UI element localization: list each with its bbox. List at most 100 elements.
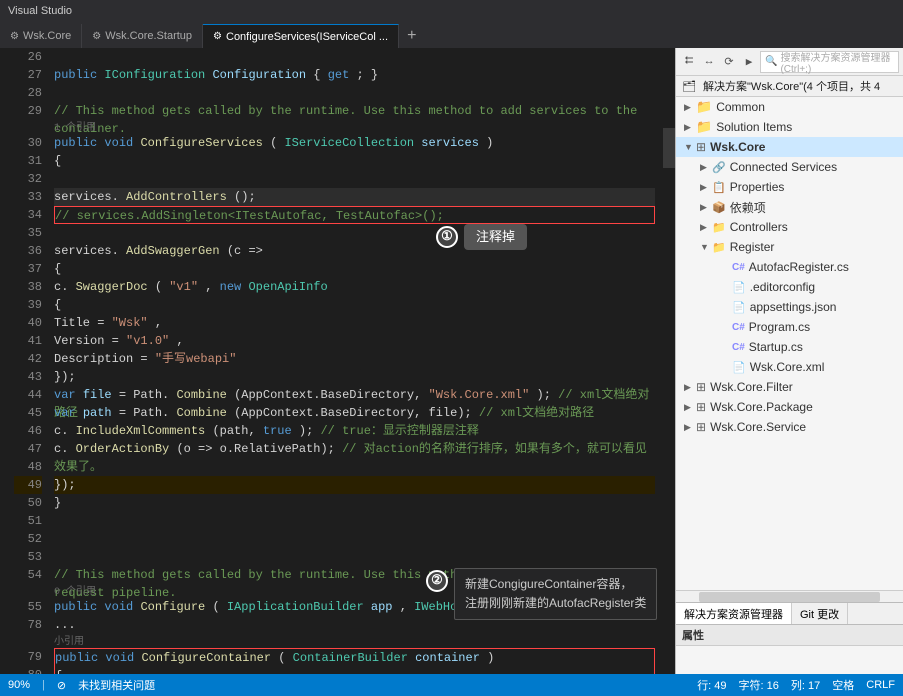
tree-item-solution-items[interactable]: ▶ 📁 Solution Items — [676, 117, 903, 137]
properties-panel: 属性 — [676, 624, 903, 674]
label-connected: Connected Services — [730, 160, 837, 174]
tree-item-program[interactable]: C# Program.cs — [676, 317, 903, 337]
arrow-dependencies: ▶ — [700, 202, 712, 213]
tree-item-connected-services[interactable]: ▶ 🔗 Connected Services — [676, 157, 903, 177]
toolbar-btn-4[interactable]: ▶ — [740, 53, 758, 71]
icon-xml: 📄 — [732, 361, 746, 374]
tab-bar: ⚙ Wsk.Core ⚙ Wsk.Core.Startup ⚙ Configur… — [0, 22, 903, 48]
tab-configure-icon: ⚙ — [213, 31, 222, 42]
right-panel-hscrollbar[interactable] — [676, 590, 903, 602]
toolbar-btn-1[interactable]: ⮄ — [680, 53, 698, 71]
annotation-1-container: ① 注释掉 — [436, 224, 527, 250]
code-line-41: Version = "v1.0" , — [54, 332, 655, 350]
tree-item-controllers[interactable]: ▶ 📁 Controllers — [676, 217, 903, 237]
icon-controllers: 📁 — [712, 221, 726, 234]
tree-item-register[interactable]: ▼ 📁 Register — [676, 237, 903, 257]
tree-item-startup[interactable]: C# Startup.cs — [676, 337, 903, 357]
status-bar: 90% | ⊘ 未找到相关问题 行: 49 字符: 16 列: 17 空格 CR… — [0, 674, 903, 696]
tree-item-dependencies[interactable]: ▶ 📦 依赖项 — [676, 197, 903, 217]
tab-startup-icon: ⚙ — [92, 31, 101, 42]
label-solution-items: Solution Items — [716, 120, 792, 134]
arrow-filter: ▶ — [684, 382, 696, 393]
tree-item-wsk-core[interactable]: ▼ ⊞ Wsk.Core — [676, 137, 903, 157]
code-line-32 — [54, 170, 655, 188]
toolbar-btn-2[interactable]: ↔ — [700, 53, 718, 71]
label-dependencies: 依赖项 — [730, 199, 766, 216]
tab-solution-explorer-label: 解决方案资源管理器 — [684, 606, 783, 622]
search-placeholder: 搜索解决方案资源管理器(Ctrl+;) — [780, 49, 894, 75]
tab-wsk-core-icon: ⚙ — [10, 31, 19, 42]
tree-item-properties[interactable]: ▶ 📋 Properties — [676, 177, 903, 197]
code-line-39: { — [54, 296, 655, 314]
icon-editorconfig: 📄 — [732, 281, 746, 294]
tab-configure-services[interactable]: ⚙ ConfigureServices(IServiceCol ... — [203, 24, 399, 48]
arrow-connected: ▶ — [700, 162, 712, 173]
label-xml: Wsk.Core.xml — [750, 360, 825, 374]
tab-git-changes[interactable]: Git 更改 — [792, 603, 848, 625]
label-autofac: AutofacRegister.cs — [749, 260, 849, 274]
code-line-46: c. IncludeXmlComments (path, true ); // … — [54, 422, 655, 440]
solution-tree: ▶ 📁 Common ▶ 📁 Solution Items ▼ ⊞ Wsk.Co… — [676, 97, 903, 590]
tab-wsk-core[interactable]: ⚙ Wsk.Core — [0, 24, 82, 48]
tree-item-common[interactable]: ▶ 📁 Common — [676, 97, 903, 117]
code-line-38: c. SwaggerDoc ( "v1" , new OpenApiInfo — [54, 278, 655, 296]
solution-explorer-panel: ⮄ ↔ ⟳ ▶ 🔍 搜索解决方案资源管理器(Ctrl+;) 🗂 解决方案"Wsk… — [675, 48, 903, 674]
code-line-26 — [54, 48, 655, 66]
code-line-43: }); — [54, 368, 655, 386]
label-properties: Properties — [730, 180, 785, 194]
window-title: Visual Studio — [8, 5, 72, 17]
icon-solution-items: 📁 — [696, 119, 712, 135]
arrow-wsk-core: ▼ — [684, 142, 696, 152]
tab-add-button[interactable]: + — [399, 24, 425, 48]
tab-startup[interactable]: ⚙ Wsk.Core.Startup — [82, 24, 203, 48]
status-encoding: CRLF — [866, 679, 895, 691]
tree-item-appsettings[interactable]: 📄 appsettings.json — [676, 297, 903, 317]
editor-minimap[interactable] — [663, 48, 675, 674]
solution-header: 🗂 解决方案"Wsk.Core"(4 个项目，共 4 — [676, 76, 903, 97]
minimap-highlight — [663, 128, 675, 168]
tab-solution-explorer[interactable]: 解决方案资源管理器 — [676, 603, 792, 625]
tree-item-xml[interactable]: 📄 Wsk.Core.xml — [676, 357, 903, 377]
label-common: Common — [716, 100, 765, 114]
solution-search-box[interactable]: 🔍 搜索解决方案资源管理器(Ctrl+;) — [760, 51, 899, 73]
code-content[interactable]: public IConfiguration Configuration { ge… — [46, 48, 663, 674]
code-block-container: public void ConfigureContainer ( Contain… — [54, 648, 655, 674]
code-line-45: var path = Path. Combine (AppContext.Bas… — [54, 404, 655, 422]
label-wsk-core: Wsk.Core — [710, 140, 765, 154]
arrow-register: ▼ — [700, 242, 712, 252]
tree-item-autofac-register[interactable]: C# AutofacRegister.cs — [676, 257, 903, 277]
icon-connected: 🔗 — [712, 161, 726, 174]
tree-item-filter[interactable]: ▶ ⊞ Wsk.Core.Filter — [676, 377, 903, 397]
tab-configure-label: ConfigureServices(IServiceCol ... — [226, 31, 388, 43]
label-program: Program.cs — [749, 320, 810, 334]
label-editorconfig: .editorconfig — [750, 280, 815, 294]
code-line-51 — [54, 512, 655, 530]
code-line-35 — [54, 224, 655, 242]
icon-package: ⊞ — [696, 400, 706, 414]
tree-item-service[interactable]: ▶ ⊞ Wsk.Core.Service — [676, 417, 903, 437]
properties-title: 属性 — [676, 625, 903, 646]
solution-label: 解决方案"Wsk.Core"(4 个项目，共 4 — [703, 81, 880, 93]
code-line-42: Description = "手写webapi" — [54, 350, 655, 368]
label-startup: Startup.cs — [749, 340, 803, 354]
code-line-53 — [54, 548, 655, 566]
status-error-icon: ⊘ — [57, 679, 66, 692]
code-line-44: var file = Path. Combine (AppContext.Bas… — [54, 386, 655, 404]
status-char: 字符: 16 — [739, 677, 779, 693]
arrow-service: ▶ — [684, 422, 696, 433]
status-space: 空格 — [832, 677, 854, 693]
status-separator-1: | — [42, 679, 45, 691]
label-controllers: Controllers — [730, 220, 788, 234]
fold-gutter — [0, 48, 14, 674]
arrow-controllers: ▶ — [700, 222, 712, 233]
tree-item-package[interactable]: ▶ ⊞ Wsk.Core.Package — [676, 397, 903, 417]
code-line-31: { — [54, 152, 655, 170]
code-line-37: { — [54, 260, 655, 278]
icon-dependencies: 📦 — [712, 201, 726, 214]
icon-register: 📁 — [712, 241, 726, 254]
toolbar-btn-3[interactable]: ⟳ — [720, 53, 738, 71]
tree-item-editorconfig[interactable]: 📄 .editorconfig — [676, 277, 903, 297]
code-editor: 26 27 28 29 30 31 32 33 34 35 36 37 38 3… — [0, 48, 675, 674]
icon-properties: 📋 — [712, 181, 726, 194]
arrow-common: ▶ — [684, 102, 696, 113]
